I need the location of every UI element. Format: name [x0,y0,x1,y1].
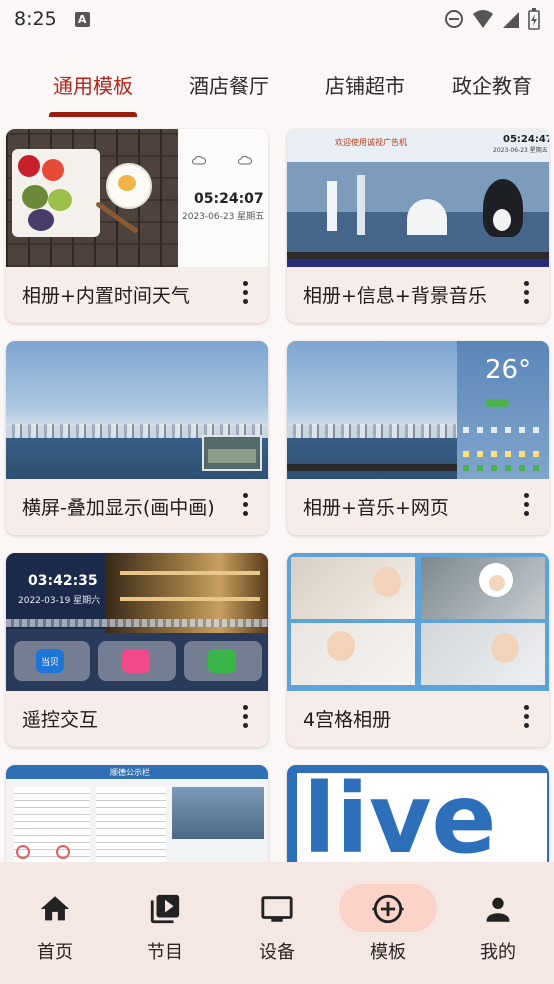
monitor-icon [261,896,293,922]
thumb-heading: 欢迎使用诚视广告机 [335,138,407,147]
signal-icon [503,12,519,28]
template-card[interactable]: 欢迎使用诚视广告机 05:24:47 2023-06-23 星期五 相册+信息+… [287,129,549,323]
template-thumbnail [6,341,268,479]
template-title: 相册+信息+背景音乐 [303,285,487,307]
tab-government-education[interactable]: 政企教育 [452,50,550,118]
thumb-date: 2023-06-23 星期五 [493,147,548,154]
tab-store-supermarket[interactable]: 店铺超市 [316,50,414,118]
template-card[interactable]: 05:24:07 2023-06-23 星期五 相册+内置时间天气 [6,129,268,323]
tab-hotel-restaurant[interactable]: 酒店餐厅 [180,50,278,118]
template-thumbnail: 顺德公示栏 [6,765,268,862]
template-card[interactable]: 横屏-叠加显示(画中画) [6,341,268,535]
wifi-icon [473,10,493,28]
category-tabs: 通用模板 酒店餐厅 店铺超市 政企教育 [0,50,554,118]
thumb-time: 03:42:35 [28,573,98,589]
tab-indicator [49,112,137,117]
template-thumbnail: live [287,765,549,862]
do-not-disturb-icon [445,10,463,28]
status-bar: 8:25 A [0,0,554,38]
more-vert-icon[interactable] [521,281,531,309]
nav-home[interactable]: 首页 [0,862,110,984]
person-icon [486,897,510,922]
more-vert-icon[interactable] [521,705,531,733]
template-thumbnail: 03:42:35 2022-03-19 星期六 当贝 [6,553,268,691]
thumb-live-text: live [303,765,497,862]
thumb-temperature: 26° [485,355,532,385]
thumb-heading: 顺德公示栏 [110,768,150,777]
nav-templates-label: 模板 [370,942,406,963]
template-title: 相册+内置时间天气 [22,285,190,307]
video-library-icon [150,894,180,924]
thumb-app-dangbei: 当贝 [36,649,64,673]
template-title: 相册+音乐+网页 [303,497,449,519]
nav-devices-label: 设备 [259,942,295,963]
nav-devices[interactable]: 设备 [222,862,332,984]
nav-programs-label: 节目 [147,942,183,963]
add-circle-icon [372,894,404,924]
nav-home-label: 首页 [37,942,73,963]
more-vert-icon[interactable] [521,493,531,521]
status-time: 8:25 [14,8,57,30]
thumb-date: 2023-06-23 星期五 [182,212,265,222]
thumb-time: 05:24:07 [194,191,264,207]
battery-icon [528,8,540,30]
template-thumbnail: 欢迎使用诚视广告机 05:24:47 2023-06-23 星期五 [287,129,549,267]
template-thumbnail: 26° [287,341,549,479]
tab-general[interactable]: 通用模板 [44,50,142,118]
more-vert-icon[interactable] [240,281,250,309]
template-card[interactable]: 4宫格相册 [287,553,549,747]
nav-profile-label: 我的 [480,942,516,963]
notification-icon: A [74,11,90,27]
nav-profile[interactable]: 我的 [443,862,553,984]
template-grid: 05:24:07 2023-06-23 星期五 相册+内置时间天气 欢迎使用诚视… [0,128,554,862]
thumb-date: 2022-03-19 星期六 [18,596,101,606]
home-icon [40,896,70,921]
template-title: 4宫格相册 [303,709,392,731]
template-card[interactable]: live [287,765,549,862]
more-vert-icon[interactable] [240,705,250,733]
template-thumbnail: 05:24:07 2023-06-23 星期五 [6,129,268,267]
bottom-navigation: 首页 节目 设备 模板 我的 [0,862,554,984]
template-thumbnail [287,553,549,691]
more-vert-icon[interactable] [240,493,250,521]
template-card[interactable]: 03:42:35 2022-03-19 星期六 当贝 遥控交互 [6,553,268,747]
template-title: 遥控交互 [22,709,99,731]
nav-templates[interactable]: 模板 [333,862,443,984]
template-card[interactable]: 26° 相册+音乐+网页 [287,341,549,535]
template-card[interactable]: 顺德公示栏 [6,765,268,862]
thumb-time: 05:24:47 [503,134,549,145]
template-title: 横屏-叠加显示(画中画) [22,497,215,519]
nav-programs[interactable]: 节目 [110,862,220,984]
